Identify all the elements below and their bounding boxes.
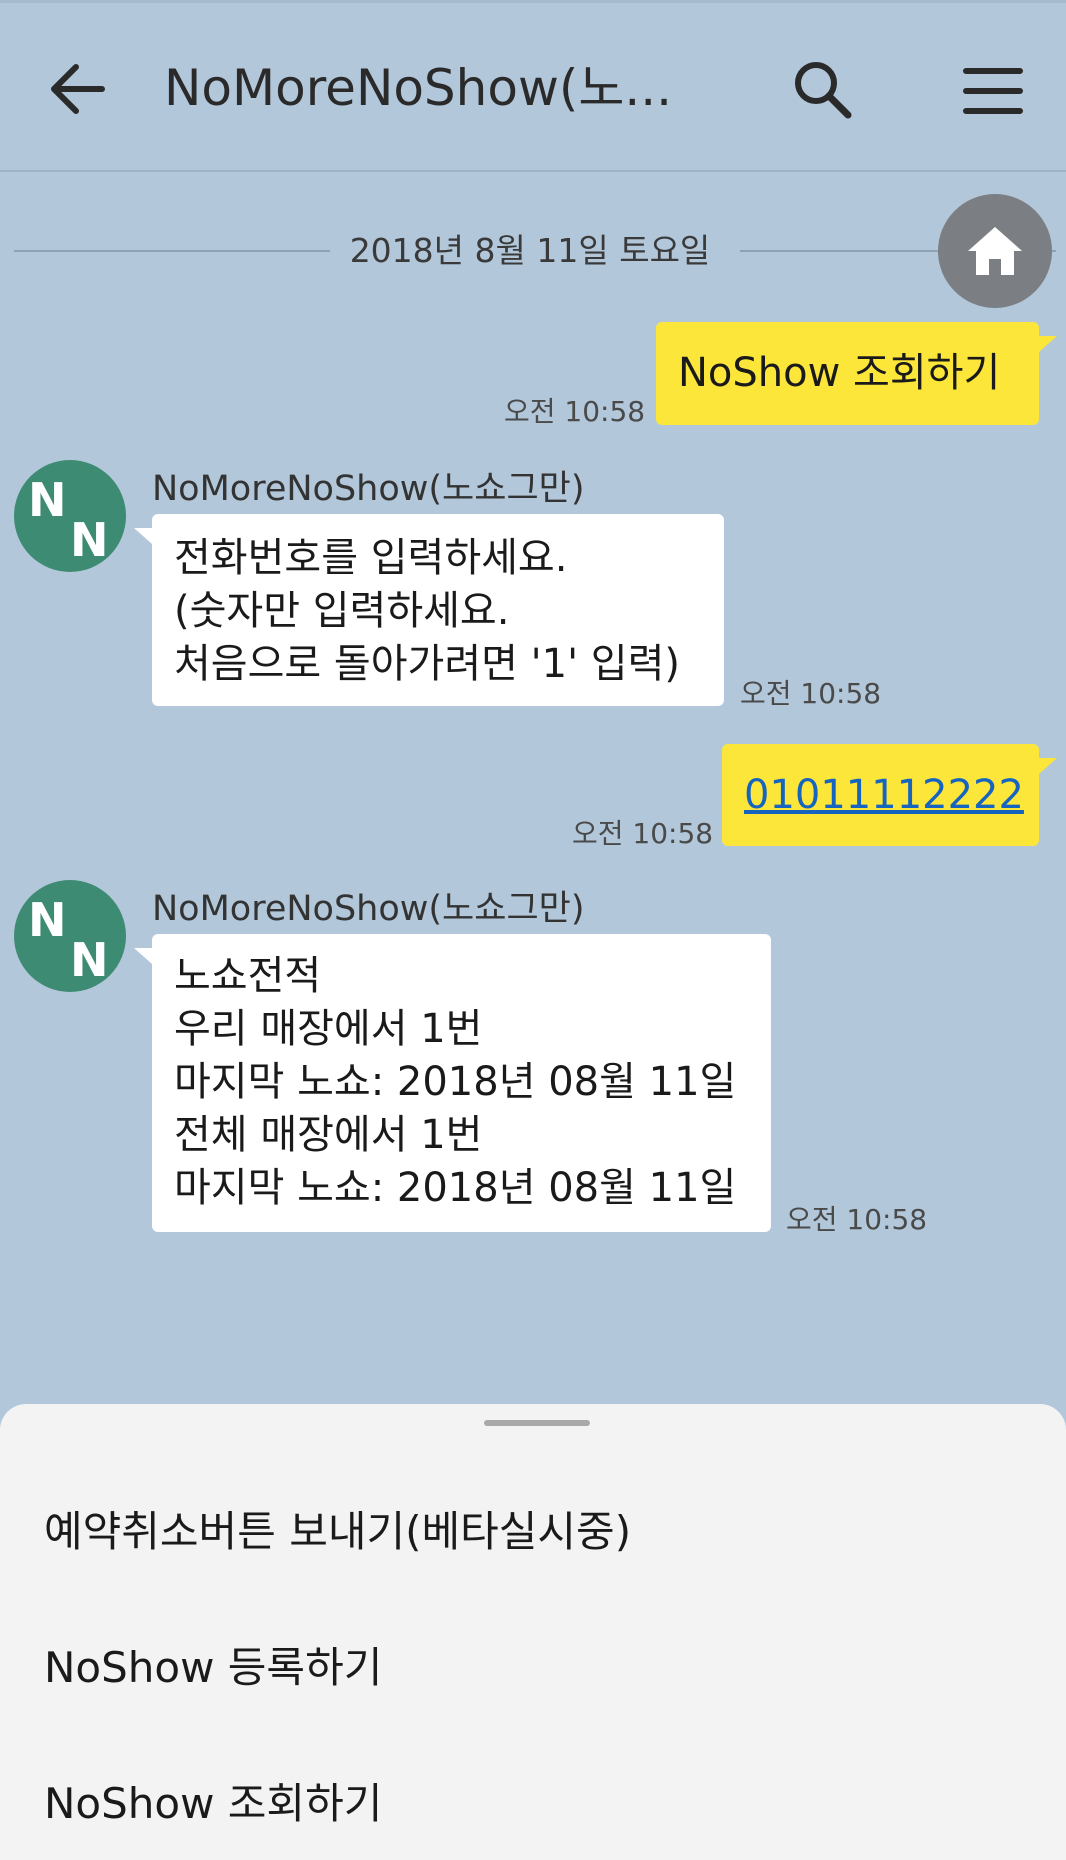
quick-reply-check-noshow[interactable]: NoShow 조회하기 bbox=[44, 1776, 382, 1832]
divider-line-left bbox=[14, 250, 330, 252]
message-line: (숫자만 입력하세요. bbox=[174, 588, 510, 634]
chat-title: NoMoreNoShow(노... bbox=[164, 59, 673, 117]
message-line: 전체 매장에서 1번 bbox=[174, 1112, 483, 1158]
message-line: 전화번호를 입력하세요. bbox=[174, 535, 568, 581]
svg-text:N: N bbox=[70, 933, 109, 987]
svg-text:N: N bbox=[70, 513, 109, 567]
bot-logo-icon: N N bbox=[28, 893, 109, 987]
chat-header: NoMoreNoShow(노... bbox=[0, 0, 1066, 172]
home-icon bbox=[968, 227, 1022, 275]
bubble-tail bbox=[134, 948, 152, 964]
message-time: 오전 10:58 bbox=[740, 677, 882, 710]
quick-reply-cancel-button[interactable]: 예약취소버튼 보내기(베타실시중) bbox=[44, 1504, 631, 1560]
sender-name: NoMoreNoShow(노쇼그만) bbox=[152, 889, 585, 929]
date-label: 2018년 8월 11일 토요일 bbox=[349, 231, 711, 270]
message-line: 마지막 노쇼: 2018년 08월 11일 bbox=[174, 1059, 737, 1105]
bot-logo-icon: N N bbox=[28, 473, 109, 567]
message-line: 우리 매장에서 1번 bbox=[174, 1006, 483, 1052]
menu-button[interactable] bbox=[960, 63, 1026, 119]
search-icon bbox=[795, 62, 852, 119]
home-button[interactable] bbox=[938, 194, 1052, 308]
sender-name: NoMoreNoShow(노쇼그만) bbox=[152, 469, 585, 509]
message-line: 노쇼전적 bbox=[174, 953, 322, 999]
my-message-bubble[interactable]: NoShow 조회하기 bbox=[656, 322, 1039, 425]
my-message-bubble[interactable]: 01011112222 bbox=[722, 744, 1039, 846]
hamburger-menu-icon bbox=[963, 68, 1023, 114]
date-divider: 2018년 8월 11일 토요일 bbox=[0, 226, 1066, 276]
quick-reply-register-noshow[interactable]: NoShow 등록하기 bbox=[44, 1640, 382, 1696]
message-time: 오전 10:58 bbox=[786, 1203, 928, 1236]
phone-number-link[interactable]: 01011112222 bbox=[744, 772, 1024, 818]
svg-text:N: N bbox=[28, 473, 67, 527]
bubble-tail bbox=[1039, 336, 1057, 352]
message-time: 오전 10:58 bbox=[572, 817, 714, 850]
bubble-tail bbox=[1039, 758, 1057, 774]
back-button[interactable] bbox=[46, 59, 112, 119]
quick-reply-sheet: 예약취소버튼 보내기(베타실시중) NoShow 등록하기 NoShow 조회하… bbox=[0, 1404, 1066, 1860]
bubble-tail bbox=[134, 528, 152, 544]
sheet-drag-handle[interactable] bbox=[484, 1420, 590, 1426]
bot-message-bubble[interactable]: 전화번호를 입력하세요. (숫자만 입력하세요. 처음으로 돌아가려면 '1' … bbox=[152, 514, 724, 706]
bot-message-bubble[interactable]: 노쇼전적 우리 매장에서 1번 마지막 노쇼: 2018년 08월 11일 전체… bbox=[152, 934, 771, 1232]
svg-text:N: N bbox=[28, 893, 67, 947]
message-line: 마지막 노쇼: 2018년 08월 11일 bbox=[174, 1165, 737, 1211]
avatar[interactable]: N N bbox=[14, 880, 126, 992]
avatar[interactable]: N N bbox=[14, 460, 126, 572]
search-button[interactable] bbox=[790, 57, 856, 123]
message-time: 오전 10:58 bbox=[504, 395, 646, 428]
message-line: 처음으로 돌아가려면 '1' 입력) bbox=[174, 641, 680, 687]
arrow-left-icon bbox=[51, 64, 105, 114]
message-text: NoShow 조회하기 bbox=[678, 350, 1001, 396]
